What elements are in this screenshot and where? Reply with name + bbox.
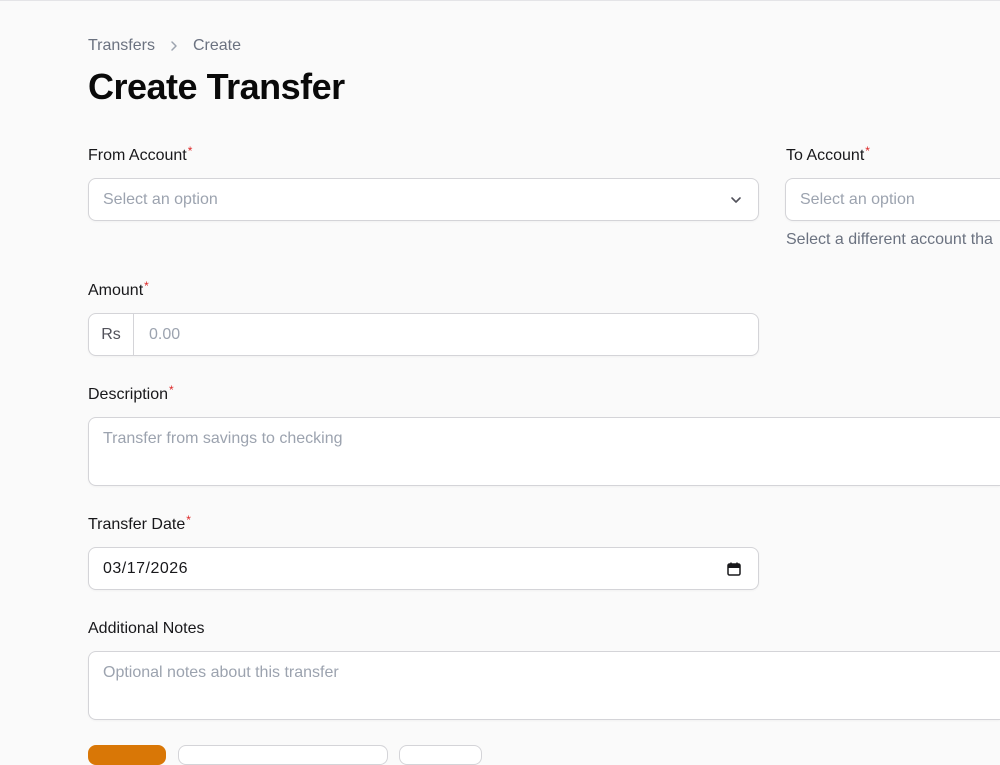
page-title: Create Transfer [88, 66, 345, 107]
from-account-label-text: From Account [88, 147, 187, 164]
cancel-button[interactable] [399, 745, 482, 765]
required-mark: * [144, 279, 149, 293]
amount-label-text: Amount [88, 282, 144, 299]
required-mark: * [169, 383, 174, 397]
create-transfer-page: Transfers Create Create Transfer From Ac… [88, 0, 1000, 765]
breadcrumb-transfers-link[interactable]: Transfers [88, 37, 155, 55]
transfer-date-label: Transfer Date* [88, 513, 191, 534]
to-account-label: To Account* [786, 144, 870, 165]
create-another-button[interactable] [178, 745, 388, 765]
amount-input[interactable]: Rs 0.00 [88, 313, 759, 356]
amount-placeholder: 0.00 [149, 325, 181, 343]
to-account-placeholder: Select an option [800, 190, 915, 208]
required-mark: * [865, 144, 870, 158]
breadcrumb-current: Create [192, 37, 242, 54]
chevron-right-icon [167, 39, 181, 53]
to-account-label-text: To Account [786, 147, 865, 164]
notes-textarea[interactable]: Optional notes about this transfer [88, 651, 1000, 720]
required-mark: * [187, 144, 193, 158]
transfer-date-label-text: Transfer Date [88, 516, 186, 533]
calendar-icon[interactable] [726, 561, 742, 577]
breadcrumb: Transfers Create [88, 37, 241, 55]
description-placeholder: Transfer from savings to checking [103, 430, 343, 447]
from-account-select[interactable]: Select an option [88, 178, 759, 221]
notes-label: Additional Notes [88, 620, 205, 637]
chevron-down-icon [728, 192, 744, 208]
to-account-helper-text: Select a different account tha [786, 231, 993, 248]
create-button[interactable] [88, 745, 166, 765]
description-textarea[interactable]: Transfer from savings to checking [88, 417, 1000, 486]
transfer-date-input[interactable]: 03/17/2026 [88, 547, 759, 590]
required-mark: * [186, 513, 191, 527]
to-account-select[interactable]: Select an option [785, 178, 1000, 221]
transfer-date-value: 03/17/2026 [103, 559, 189, 577]
from-account-label: From Account* [88, 144, 193, 165]
currency-prefix: Rs [89, 314, 134, 355]
from-account-placeholder: Select an option [103, 190, 218, 208]
description-label-text: Description [88, 386, 169, 403]
amount-label: Amount* [88, 279, 149, 300]
description-label: Description* [88, 383, 174, 404]
notes-placeholder: Optional notes about this transfer [103, 664, 339, 681]
